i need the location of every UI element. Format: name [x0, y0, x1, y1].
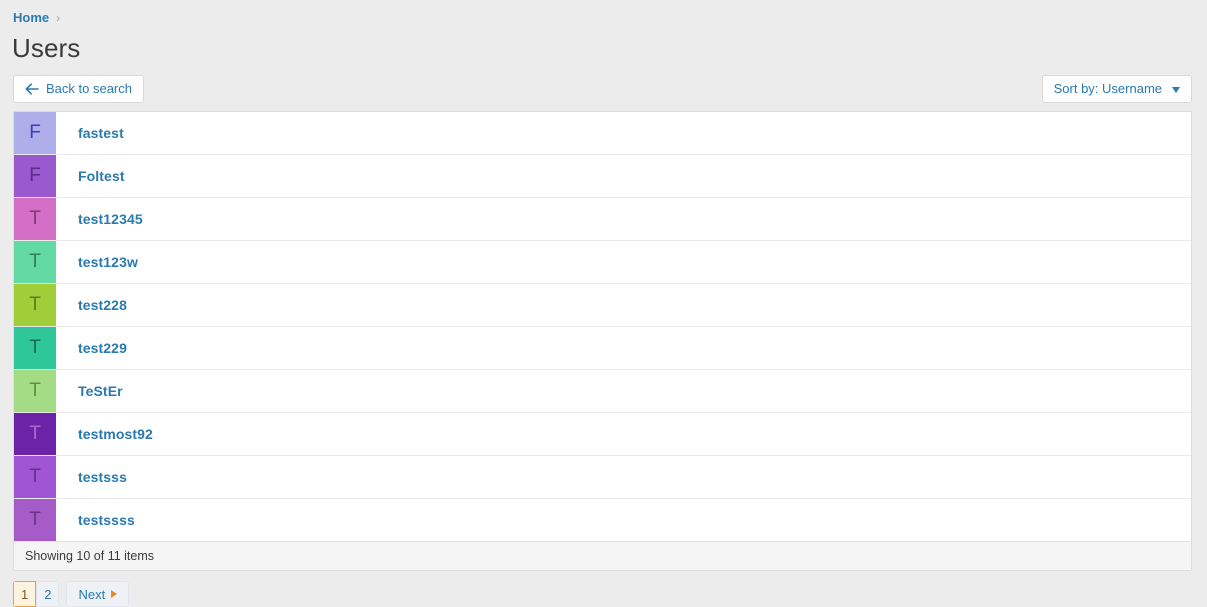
- username-link[interactable]: test123w: [78, 254, 138, 270]
- user-list-item[interactable]: F Foltest: [14, 155, 1191, 198]
- user-list-item[interactable]: Ttest229: [14, 327, 1191, 370]
- avatar: T: [14, 241, 56, 283]
- page-title: Users: [12, 33, 81, 63]
- chevron-right-icon: ›: [56, 11, 61, 25]
- username-link[interactable]: testsss: [78, 469, 127, 485]
- username-link[interactable]: test228: [78, 297, 127, 313]
- next-page-button[interactable]: Next: [66, 581, 130, 607]
- username-link[interactable]: test229: [78, 340, 127, 356]
- username-link[interactable]: fastest: [78, 125, 124, 141]
- page-number-group: 12: [13, 581, 60, 607]
- avatar: T: [14, 499, 56, 541]
- arrow-left-icon: [25, 83, 39, 95]
- user-list-item[interactable]: Ttestssss: [14, 499, 1191, 541]
- username-link[interactable]: test12345: [78, 211, 143, 227]
- showing-count-label: Showing 10 of 11 items: [25, 549, 155, 563]
- sort-by-dropdown[interactable]: Sort by: Username: [1041, 75, 1192, 103]
- back-to-search-button[interactable]: Back to search: [13, 75, 144, 103]
- page-number-button[interactable]: 1: [13, 581, 37, 607]
- next-page-label: Next: [78, 586, 106, 602]
- username-link[interactable]: Foltest: [78, 168, 125, 184]
- pagination: 12 Next: [13, 581, 1207, 607]
- avatar: F: [14, 112, 56, 154]
- avatar: T: [14, 370, 56, 412]
- user-list-item[interactable]: Ttestmost92: [14, 413, 1191, 456]
- username-link[interactable]: testssss: [78, 512, 135, 528]
- avatar: T: [14, 413, 56, 455]
- toolbar: Back to search Sort by: Username: [0, 75, 1207, 103]
- sort-by-label: Sort by: Username: [1053, 81, 1162, 96]
- avatar: T: [14, 456, 56, 498]
- back-to-search-label: Back to search: [46, 81, 132, 96]
- user-list-item[interactable]: Ttest228: [14, 284, 1191, 327]
- user-list-item[interactable]: Ttestsss: [14, 456, 1191, 499]
- user-list-item[interactable]: Ffastest: [14, 112, 1191, 155]
- avatar: T: [14, 327, 56, 369]
- username-link[interactable]: TeStEr: [78, 383, 123, 399]
- avatar: T: [14, 198, 56, 240]
- breadcrumb-link-home[interactable]: Home: [13, 10, 49, 26]
- user-list: Ffastest F Foltest Ttest12345 Ttest123w Ttest…: [14, 112, 1191, 541]
- user-list-panel: Ffastest F Foltest Ttest12345 Ttest123w Ttest…: [13, 111, 1192, 571]
- caret-down-icon: [1172, 87, 1180, 93]
- list-footer: Showing 10 of 11 items: [14, 541, 1191, 570]
- triangle-right-icon: [111, 590, 118, 598]
- user-list-item[interactable]: T TeStEr: [14, 370, 1191, 413]
- avatar: F: [14, 155, 56, 197]
- page-number-button[interactable]: 2: [36, 581, 60, 607]
- user-list-item[interactable]: Ttest123w: [14, 241, 1191, 284]
- username-link[interactable]: testmost92: [78, 426, 153, 442]
- user-list-item[interactable]: Ttest12345: [14, 198, 1191, 241]
- avatar: T: [14, 284, 56, 326]
- breadcrumb: Home ›: [0, 0, 1207, 26]
